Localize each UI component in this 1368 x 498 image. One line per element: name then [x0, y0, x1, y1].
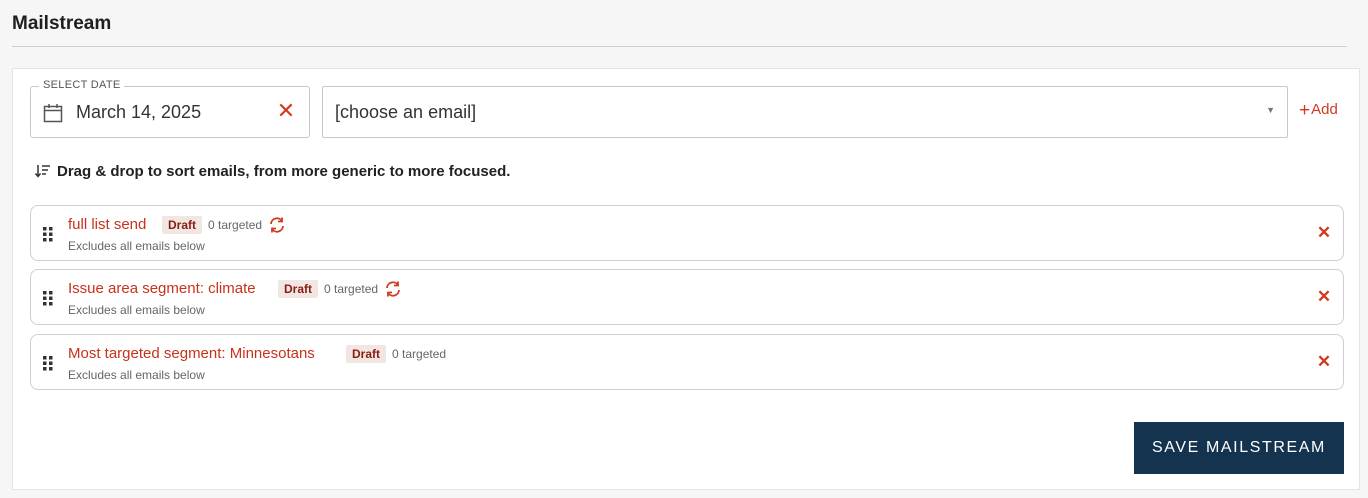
add-label: Add: [1311, 101, 1338, 118]
drag-handle-icon[interactable]: [43, 355, 53, 371]
mailstream-card: SELECT DATE March 14, 2025 ✕ [choose an …: [12, 68, 1360, 490]
targeted-count: 0 targeted: [208, 218, 263, 232]
email-meta: Draft 0 targeted: [162, 216, 286, 234]
email-subtitle: Excludes all emails below: [68, 239, 205, 253]
refresh-icon[interactable]: [384, 280, 402, 298]
targeted-count: 0 targeted: [392, 347, 447, 361]
remove-email-icon[interactable]: ✕: [1316, 352, 1332, 372]
email-meta: Draft 0 targeted: [346, 345, 446, 363]
save-mailstream-button[interactable]: SAVE MAILSTREAM: [1134, 422, 1344, 474]
clear-date-icon[interactable]: ✕: [275, 99, 297, 123]
email-select-placeholder: [choose an email]: [335, 102, 477, 122]
email-meta: Draft 0 targeted: [278, 280, 402, 298]
drag-handle-icon[interactable]: [43, 290, 53, 306]
calendar-icon[interactable]: [43, 103, 63, 123]
email-list-item[interactable]: Most targeted segment: Minnesotans Draft…: [30, 334, 1344, 390]
email-list-item[interactable]: Issue area segment: climate Draft 0 targ…: [30, 269, 1344, 325]
date-field[interactable]: SELECT DATE March 14, 2025 ✕: [30, 79, 310, 138]
email-subtitle: Excludes all emails below: [68, 368, 205, 382]
add-email-button[interactable]: +Add: [1299, 100, 1338, 121]
page-title: Mailstream: [12, 13, 112, 34]
email-title-link[interactable]: Issue area segment: climate: [68, 280, 256, 297]
date-field-legend: SELECT DATE: [39, 79, 125, 91]
email-title-link[interactable]: Most targeted segment: Minnesotans: [68, 345, 315, 362]
sort-hint: Drag & drop to sort emails, from more ge…: [35, 163, 510, 180]
drag-handle-icon[interactable]: [43, 226, 53, 242]
sort-icon: [35, 165, 50, 178]
status-badge: Draft: [346, 345, 387, 363]
status-badge: Draft: [162, 216, 203, 234]
email-list-item[interactable]: full list send Draft 0 targeted Excludes…: [30, 205, 1344, 261]
refresh-icon[interactable]: [268, 216, 286, 234]
email-subtitle: Excludes all emails below: [68, 303, 205, 317]
chevron-down-icon: ▼: [1266, 105, 1275, 115]
remove-email-icon[interactable]: ✕: [1316, 223, 1332, 243]
targeted-count: 0 targeted: [324, 282, 379, 296]
sort-hint-text: Drag & drop to sort emails, from more ge…: [57, 163, 511, 180]
email-select[interactable]: [choose an email] ▼: [322, 86, 1288, 138]
remove-email-icon[interactable]: ✕: [1316, 287, 1332, 307]
page-header: Mailstream: [12, 0, 1347, 47]
plus-icon: +: [1299, 100, 1311, 121]
status-badge: Draft: [278, 280, 319, 298]
email-title-link[interactable]: full list send: [68, 216, 146, 233]
date-value[interactable]: March 14, 2025: [76, 102, 201, 123]
